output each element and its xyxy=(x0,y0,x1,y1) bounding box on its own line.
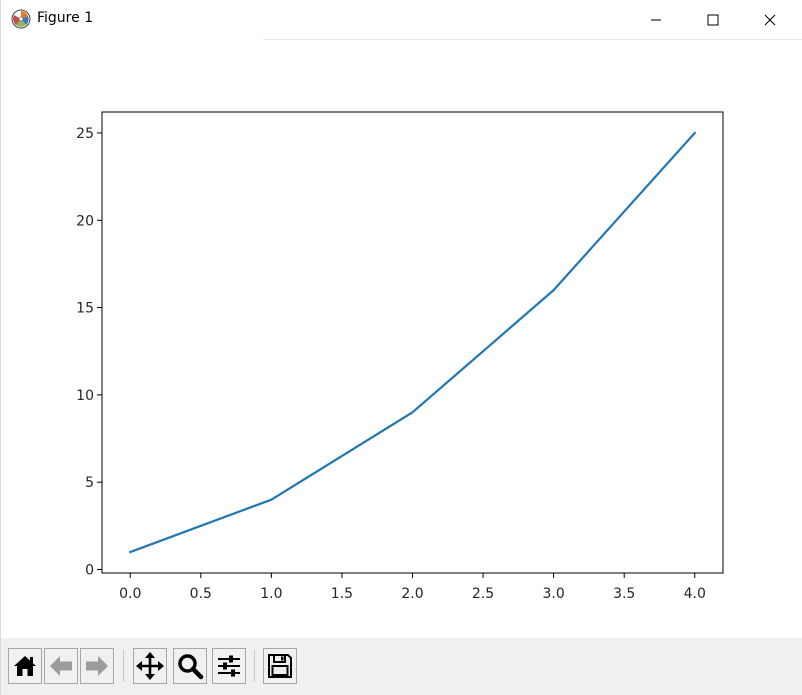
minimize-icon xyxy=(651,19,661,21)
y-tick-label: 15 xyxy=(76,301,94,317)
y-tick-label: 0 xyxy=(85,563,94,579)
back-button[interactable] xyxy=(44,648,78,684)
zoom-magnifier-icon xyxy=(178,654,204,680)
x-tick-label: 1.5 xyxy=(331,586,353,602)
zoom-button[interactable] xyxy=(173,648,207,684)
figure-window: Figure 1 0.0 0.5 1.0 1.5 2.0 2.5 3.0 3.5 4.0 0 5 10… xyxy=(0,0,802,695)
x-tick-label: 0.5 xyxy=(190,586,212,602)
window-title: Figure 1 xyxy=(37,10,94,26)
y-tick-label: 20 xyxy=(76,213,94,229)
floppy-disk-icon xyxy=(268,654,292,678)
x-tick-label: 3.0 xyxy=(543,586,565,602)
x-tick-label: 1.0 xyxy=(260,586,282,602)
x-tick-label: 2.0 xyxy=(401,586,423,602)
navigation-toolbar xyxy=(1,638,802,695)
save-button[interactable] xyxy=(263,648,297,684)
x-tick-label: 3.5 xyxy=(613,586,635,602)
matplotlib-icon xyxy=(11,9,31,29)
y-tick-label: 5 xyxy=(85,475,94,491)
home-icon xyxy=(14,656,36,676)
pan-move-icon xyxy=(136,652,164,680)
home-button[interactable] xyxy=(8,648,42,684)
forward-arrow-icon xyxy=(86,656,108,676)
x-tick-label: 0.0 xyxy=(119,586,141,602)
maximize-icon xyxy=(707,14,719,26)
y-tick-label: 10 xyxy=(76,388,94,404)
figure-canvas[interactable]: 0.0 0.5 1.0 1.5 2.0 2.5 3.0 3.5 4.0 0 5 10 15 20 25 xyxy=(1,40,802,638)
forward-button[interactable] xyxy=(80,648,114,684)
title-bar[interactable]: Figure 1 xyxy=(1,0,802,40)
x-tick-label: 4.0 xyxy=(684,586,706,602)
toolbar-separator xyxy=(123,650,124,682)
axes-frame xyxy=(101,111,724,574)
y-tick-label: 25 xyxy=(76,126,94,142)
sliders-icon xyxy=(218,655,240,677)
x-tick-label: 2.5 xyxy=(472,586,494,602)
pan-button[interactable] xyxy=(133,648,167,684)
close-button[interactable] xyxy=(747,0,793,40)
maximize-button[interactable] xyxy=(690,0,736,40)
close-icon xyxy=(764,14,776,26)
configure-subplots-button[interactable] xyxy=(212,648,246,684)
line-chart[interactable]: 0.0 0.5 1.0 1.5 2.0 2.5 3.0 3.5 4.0 0 5 10 15 20 25 xyxy=(1,40,802,638)
toolbar-separator xyxy=(254,650,255,682)
back-arrow-icon xyxy=(50,656,72,676)
minimize-button[interactable] xyxy=(633,0,679,40)
